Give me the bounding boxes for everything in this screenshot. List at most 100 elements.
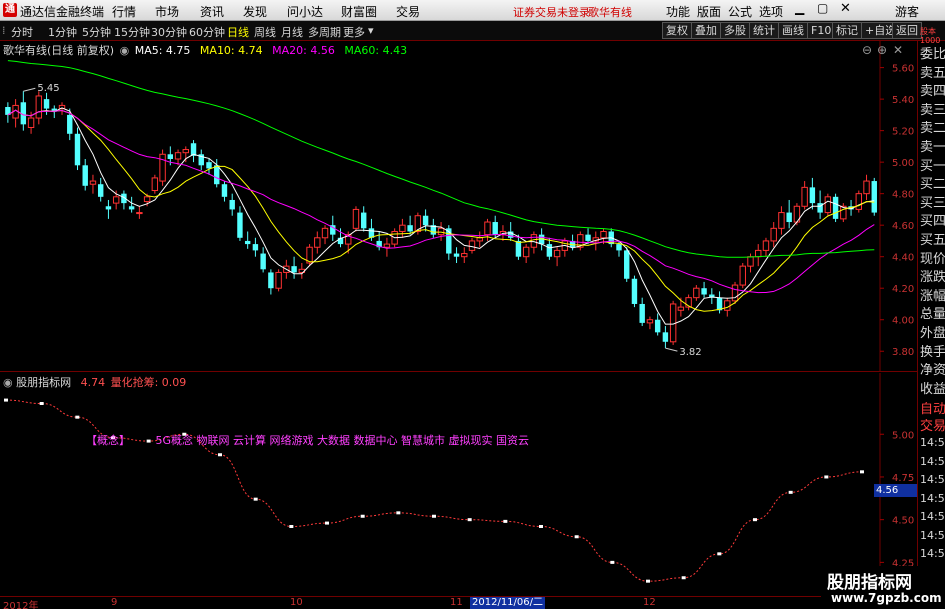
menu-trade[interactable]: 交易 (396, 3, 420, 20)
candle-body (755, 249, 762, 258)
candle-body (739, 265, 746, 286)
candle-body (786, 212, 792, 223)
side-item: 卖五 (920, 65, 945, 81)
period-monthly[interactable]: 月线 (281, 24, 303, 40)
candle-body (275, 271, 282, 289)
time-axis: 2012年 9 10 11 12 2012/11/06/二 (0, 596, 945, 609)
ma10-label: MA10: 4.74 (199, 44, 263, 57)
x-label-oct: 10 (290, 597, 303, 608)
ma20-label: MA20: 4.56 (272, 44, 335, 57)
side-item: 买一 (920, 158, 945, 174)
candle-body (832, 196, 839, 219)
low-marker-line (665, 347, 678, 352)
menu-market[interactable]: 市场 (155, 3, 179, 20)
close-icon[interactable]: ✕ (840, 1, 851, 16)
menu-quotes[interactable]: 行情 (112, 3, 136, 20)
side-item[interactable]: 自动 (920, 402, 945, 418)
price-chart-title: 歌华有线(日线 前复权) (3, 44, 115, 57)
site-watermark: 股朋指标网 www.7gpzb.com (821, 566, 945, 609)
indicator-point (860, 470, 864, 474)
candle-body (453, 253, 460, 257)
candle-body (677, 306, 685, 311)
maximize-icon[interactable]: ▢ (817, 1, 828, 15)
y-tick-label: 4.60 (892, 221, 914, 232)
toolbar-grip-icon: ⁞ (2, 24, 6, 37)
back-button[interactable]: 返回 (892, 22, 922, 39)
guest-label[interactable]: 游客 (895, 3, 919, 20)
indicator-point (325, 521, 329, 525)
multi-stock-button[interactable]: 多股 (720, 22, 750, 39)
menu-wealth[interactable]: 财富圈 (341, 3, 377, 20)
candle-body (461, 253, 468, 258)
price-chart-svg[interactable]: 5.60 5.40 5.20 5.00 4.80 4.60 4.40 4.20 4.00 3.80… (0, 41, 917, 372)
side-item: 涨跌 (920, 270, 945, 286)
x-label-sep: 9 (111, 597, 118, 608)
indicator-point (753, 518, 757, 522)
ma-line-20 (7, 109, 875, 294)
side-item[interactable]: 交易 (920, 419, 945, 435)
menu-news[interactable]: 资讯 (200, 3, 224, 20)
side-item: 14:56 (920, 528, 945, 542)
candle-body (159, 153, 166, 182)
candle-body (89, 180, 97, 185)
watermark-title: 股朋指标网 (827, 573, 912, 593)
low-marker-label: 3.82 (679, 347, 701, 358)
candle-body (399, 224, 406, 232)
overlay-button[interactable]: 叠加 (691, 22, 721, 39)
zoom-in-icon[interactable]: ⊕ (877, 43, 887, 57)
login-notice[interactable]: 证券交易未登录 (513, 4, 590, 20)
candle-body (383, 243, 391, 248)
side-item: 总量 (920, 307, 945, 323)
indicator-point (218, 453, 222, 457)
statistics-button[interactable]: 统计 (749, 22, 779, 39)
period-5min[interactable]: 5分钟 (82, 24, 111, 40)
minimize-icon[interactable]: ▁ (795, 1, 804, 15)
candle-body (492, 222, 498, 235)
mark-button[interactable]: 标记 (832, 22, 862, 39)
candle-body (136, 212, 143, 215)
period-multi[interactable]: 多周期 (308, 24, 341, 40)
app-title: 通达信金融终端 (20, 5, 105, 19)
side-item: 14:56 (920, 436, 945, 450)
candle-body (229, 199, 235, 210)
period-weekly[interactable]: 周线 (254, 24, 276, 40)
panel-close-icon[interactable]: ✕ (893, 43, 903, 57)
indicator-point (75, 415, 80, 419)
period-intraday[interactable]: 分时 (11, 24, 33, 40)
candle-body (314, 237, 321, 248)
period-1min[interactable]: 1分钟 (48, 24, 77, 40)
indicator-chart-svg[interactable]: 5.004.754.504.25 (0, 373, 917, 596)
chart-settings-icon[interactable]: ◉ (120, 44, 130, 57)
menu-formula[interactable]: 公式 (728, 3, 752, 20)
candle-body (624, 250, 630, 279)
indicator-chart-panel[interactable]: 5.00 4.75 4.50 4.25 ◉ 股朋指标网 4.74 量化抢筹: 0.09… (0, 373, 917, 596)
period-30min[interactable]: 30分钟 (151, 24, 187, 40)
price-chart-panel[interactable]: 5.60 5.40 5.20 5.00 4.80 4.60 4.40 4.20 4.00 3.80… (0, 41, 917, 372)
candle-body (437, 227, 445, 236)
y-tick-label: 5.20 (892, 127, 914, 138)
period-15min[interactable]: 15分钟 (114, 24, 150, 40)
adjust-button[interactable]: 复权 (662, 22, 692, 39)
menu-options[interactable]: 选项 (759, 3, 783, 20)
side-item: 14:56 (920, 547, 945, 561)
menu-ask[interactable]: 问小达 (287, 3, 323, 20)
candle-body (252, 244, 259, 251)
indicator-y-tick-label: 5.00 (892, 430, 914, 441)
side-item: 买五 (920, 233, 945, 248)
y-tick-label: 4.20 (892, 284, 914, 295)
zoom-out-icon[interactable]: ⊖ (862, 43, 872, 57)
period-more[interactable]: 更多 (343, 24, 365, 40)
candle-body (244, 240, 251, 245)
indicator-point (432, 514, 436, 518)
candle-body (616, 244, 622, 251)
candle-body (407, 225, 413, 232)
chevron-down-icon[interactable]: ▾ (368, 24, 374, 37)
menu-function[interactable]: 功能 (666, 3, 690, 20)
indicator-settings-icon[interactable]: ◉ (3, 376, 13, 389)
menu-layout[interactable]: 版面 (697, 3, 721, 20)
menu-discover[interactable]: 发现 (243, 3, 267, 20)
period-daily[interactable]: 日线 (227, 24, 249, 40)
period-60min[interactable]: 60分钟 (189, 24, 225, 40)
candle-body (654, 319, 661, 333)
draw-button[interactable]: 画线 (778, 22, 808, 39)
